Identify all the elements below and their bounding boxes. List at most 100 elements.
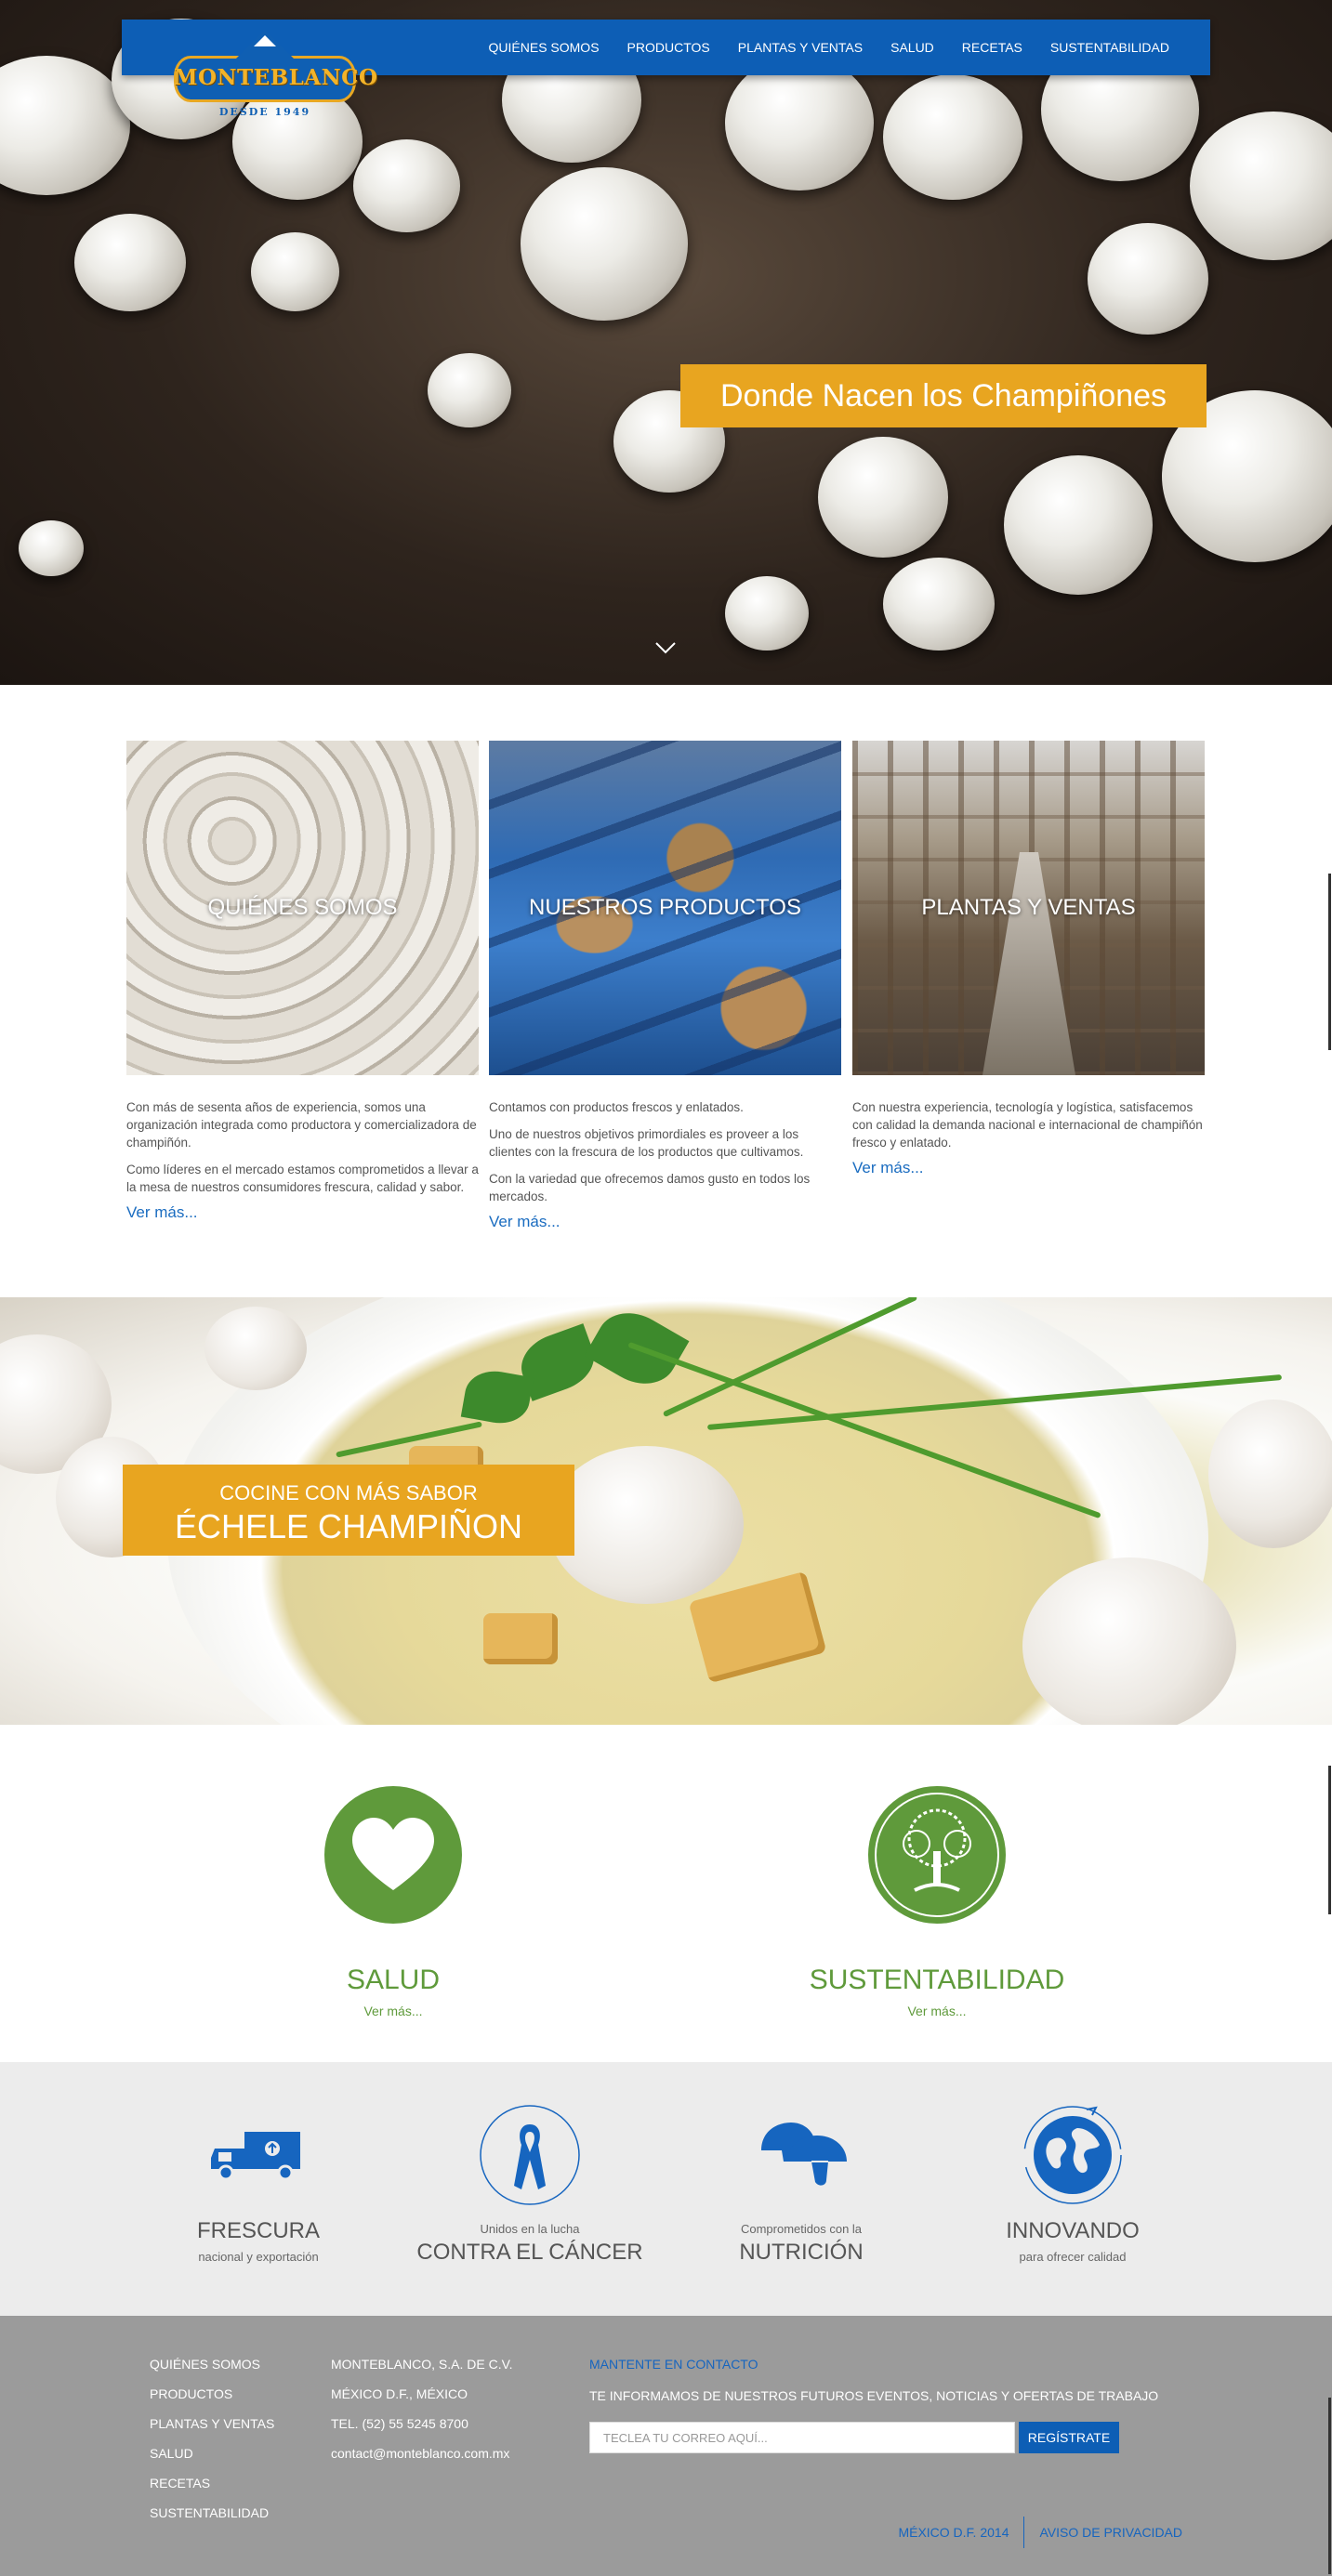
nav-plantas-y-ventas[interactable]: PLANTAS Y VENTAS: [738, 40, 863, 55]
value-title: CONTRA EL CÁNCER: [416, 2240, 643, 2265]
value-text: FRESCURA nacional y exportación: [138, 2218, 379, 2264]
nav-recetas[interactable]: RECETAS: [962, 40, 1022, 55]
recipes-banner-line1: COCINE CON MÁS SABOR: [219, 1481, 478, 1505]
footer-nav: QUIÉNES SOMOS PRODUCTOS PLANTAS Y VENTAS…: [150, 2349, 274, 2528]
footer-link-salud[interactable]: SALUD: [150, 2438, 274, 2468]
card-paragraph: Con nuestra experiencia, tecnología y lo…: [852, 1100, 1203, 1150]
company-email[interactable]: contact@monteblanco.com.mx: [331, 2438, 513, 2468]
value-subtitle: Unidos en la lucha: [480, 2222, 580, 2236]
snow-peak-icon: [254, 35, 276, 46]
tree-icon[interactable]: [868, 1786, 1006, 1924]
ver-mas-link[interactable]: Ver más...: [126, 1203, 479, 1222]
value-title: INNOVANDO: [1006, 2218, 1140, 2243]
globe-icon: [1023, 2106, 1122, 2204]
mushroom-image: [74, 214, 186, 311]
monteblanco-logo[interactable]: MONTEBLANCO DESDE 1949: [174, 30, 378, 121]
footer-bottom: MÉXICO D.F. 2014 AVISO DE PRIVACIDAD: [898, 2517, 1182, 2548]
mushroom-image: [883, 74, 1022, 200]
nav-productos[interactable]: PRODUCTOS: [627, 40, 710, 55]
nav-quienes-somos[interactable]: QUIÉNES SOMOS: [489, 40, 600, 55]
hero-section: MONTEBLANCO DESDE 1949 QUIÉNES SOMOS PRO…: [0, 0, 1332, 685]
feature-label: SUSTENTABILIDAD: [809, 1965, 1065, 1995]
value-subtitle: para ofrecer calidad: [1019, 2250, 1127, 2264]
card-text: Con nuestra experiencia, tecnología y lo…: [852, 1098, 1205, 1177]
value-text: INNOVANDO para ofrecer calidad: [952, 2218, 1194, 2264]
mushroom-image: [1088, 223, 1208, 335]
sliced-mushrooms-image[interactable]: QUIÉNES SOMOS: [126, 741, 479, 1075]
feature-sustentabilidad: SUSTENTABILIDAD Ver más...: [798, 1786, 1076, 2018]
card-title: PLANTAS Y VENTAS: [921, 895, 1136, 920]
newsletter-form: REGÍSTRATE: [589, 2422, 1158, 2453]
scroll-indicator: [1328, 2398, 1331, 2574]
footer-contact: MONTEBLANCO, S.A. DE C.V. MÉXICO D.F., M…: [331, 2349, 513, 2468]
logo-name: MONTEBLANCO: [174, 65, 378, 90]
ver-mas-link[interactable]: Ver más...: [852, 1159, 1205, 1177]
card-paragraph: Contamos con productos frescos y enlatad…: [489, 1100, 744, 1114]
footer-link-sustentabilidad[interactable]: SUSTENTABILIDAD: [150, 2498, 274, 2528]
scroll-indicator: [1328, 874, 1331, 1050]
mushroom-image: [353, 139, 460, 232]
mushrooms-icon: [761, 2123, 847, 2186]
packaged-mushrooms-image[interactable]: NUESTROS PRODUCTOS: [489, 741, 841, 1075]
mushroom-image: [883, 558, 995, 651]
card-paragraph: Con la variedad que ofrecemos damos gust…: [489, 1172, 811, 1203]
mushroom-image: [725, 576, 809, 651]
top-navbar: MONTEBLANCO DESDE 1949 QUIÉNES SOMOS PRO…: [122, 20, 1210, 118]
company-name: MONTEBLANCO, S.A. DE C.V.: [331, 2357, 513, 2372]
ver-mas-link[interactable]: Ver más...: [798, 2004, 1076, 2018]
mushroom-image: [725, 56, 874, 191]
privacy-link[interactable]: AVISO DE PRIVACIDAD: [1039, 2525, 1182, 2540]
mushroom-image: [428, 353, 511, 427]
ribbon-icon: [480, 2105, 580, 2205]
copyright-text: MÉXICO D.F. 2014: [898, 2525, 1009, 2540]
mushroom-image: [521, 167, 688, 321]
newsletter-signup: MANTENTE EN CONTACTO TE INFORMAMOS DE NU…: [589, 2349, 1158, 2453]
card-title: NUESTROS PRODUCTOS: [529, 895, 801, 920]
footer-divider: [1023, 2517, 1025, 2548]
onion-image: [1022, 1557, 1236, 1725]
nav-sustentabilidad[interactable]: SUSTENTABILIDAD: [1050, 40, 1169, 55]
chevron-down-icon[interactable]: [653, 636, 678, 660]
card-nuestros-productos: NUESTROS PRODUCTOS Contamos con producto…: [489, 741, 841, 1230]
card-text: Contamos con productos frescos y enlatad…: [489, 1098, 841, 1231]
value-text: Comprometidos con la NUTRICIÓN: [680, 2222, 922, 2266]
heart-icon[interactable]: [324, 1786, 462, 1924]
mushroom-image: [19, 520, 84, 576]
footer: QUIÉNES SOMOS PRODUCTOS PLANTAS Y VENTAS…: [0, 2316, 1332, 2576]
footer-link-quienes-somos[interactable]: QUIÉNES SOMOS: [150, 2349, 274, 2379]
card-plantas-y-ventas: PLANTAS Y VENTAS Con nuestra experiencia…: [852, 741, 1205, 1176]
mushroom-image: [1190, 112, 1332, 260]
newsletter-text: TE INFORMAMOS DE NUESTROS FUTUROS EVENTO…: [589, 2388, 1159, 2403]
feature-salud: SALUD Ver más...: [254, 1786, 533, 2018]
logo-since: DESDE 1949: [218, 106, 311, 118]
mushroom-image: [1004, 455, 1153, 595]
growing-plant-image[interactable]: PLANTAS Y VENTAS: [852, 741, 1205, 1075]
footer-link-plantas-y-ventas[interactable]: PLANTAS Y VENTAS: [150, 2409, 274, 2438]
scroll-indicator: [1328, 1766, 1331, 1914]
truck-icon: [211, 2132, 300, 2181]
company-phone: TEL. (52) 55 5245 8700: [331, 2416, 468, 2431]
card-text: Con más de sesenta años de experiencia, …: [126, 1098, 479, 1222]
ver-mas-link[interactable]: Ver más...: [254, 2004, 533, 2018]
value-title: NUTRICIÓN: [739, 2240, 864, 2265]
hero-banner: Donde Nacen los Champiñones: [680, 364, 1207, 427]
values-band: FRESCURA nacional y exportación Unidos e…: [0, 2062, 1332, 2316]
recipes-banner[interactable]: COCINE CON MÁS SABOR ÉCHELE CHAMPIÑON: [123, 1465, 574, 1556]
card-paragraph: Con más de sesenta años de experiencia, …: [126, 1100, 477, 1150]
nav-salud[interactable]: SALUD: [890, 40, 934, 55]
email-input[interactable]: [589, 2422, 1015, 2453]
newsletter-heading: MANTENTE EN CONTACTO: [589, 2357, 758, 2372]
value-title: FRESCURA: [196, 2218, 320, 2243]
mushroom-image: [818, 437, 948, 558]
value-subtitle: Comprometidos con la: [740, 2222, 863, 2236]
register-button[interactable]: REGÍSTRATE: [1019, 2422, 1119, 2453]
value-text: Unidos en la lucha CONTRA EL CÁNCER: [409, 2222, 651, 2266]
footer-link-recetas[interactable]: RECETAS: [150, 2468, 274, 2498]
value-subtitle: nacional y exportación: [198, 2250, 319, 2264]
mushroom-image: [251, 232, 339, 311]
footer-link-productos[interactable]: PRODUCTOS: [150, 2379, 274, 2409]
recipes-banner-line2: ÉCHELE CHAMPIÑON: [174, 1507, 523, 1545]
mushroom-image: [1208, 1400, 1332, 1548]
mushroom-slice: [548, 1446, 744, 1604]
ver-mas-link[interactable]: Ver más...: [489, 1213, 841, 1231]
